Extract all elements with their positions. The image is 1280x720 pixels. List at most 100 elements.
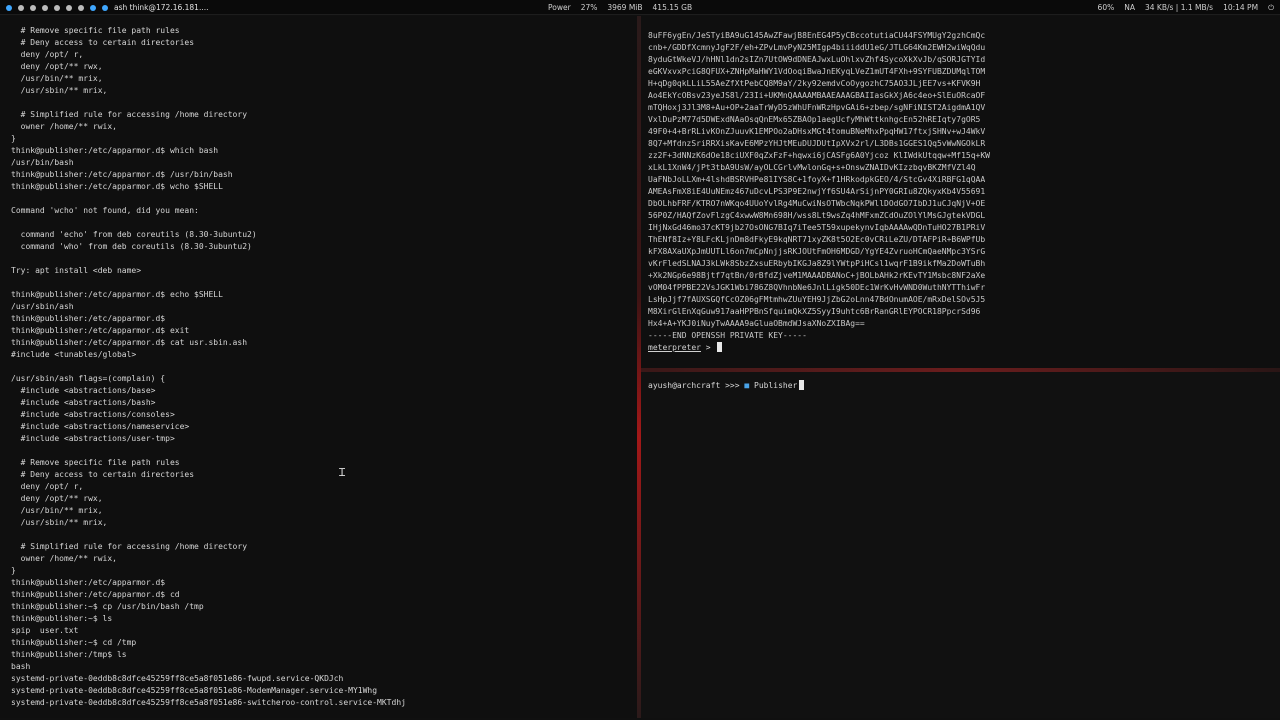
system-stats: Power 27% 3969 MiB 415.15 GB (548, 3, 692, 12)
terminal-line: vKrFledSLNAJ3kLWk8SbzZxsuERbybIKGJa8Z9lY… (648, 259, 986, 268)
ram-usage: 3969 MiB (607, 3, 643, 12)
terminal-line: 8uFF6ygEn/JeSTyiBA9uG145AwZFawjB8EnEG4P5… (648, 31, 986, 40)
terminal-line: /usr/sbin/ash flags=(complain) { (11, 374, 166, 383)
terminal-line: 49F0+4+BrRLivKOnZJuuvK1EMPOo2aDHsxMGt4to… (648, 127, 986, 136)
terminal-line: LsHpJjf7fAUXSGQfCcOZ06gFMtmhwZUuYEH9JjZb… (648, 295, 986, 304)
text-cursor (717, 342, 723, 352)
terminal-line: M8XirGlEnXqGuw917aaHPPBnSfquimQkXZ5SyyI9… (648, 307, 981, 316)
terminal-line: think@publisher:/etc/apparmor.d$ wcho $S… (11, 182, 223, 191)
terminal-line: #include <abstractions/user-tmp> (11, 434, 175, 443)
terminal-line: # Remove specific file path rules (11, 26, 180, 35)
top-status-bar: ash think@172.16.181.... Power 27% 3969 … (0, 0, 1280, 15)
folder-icon: ■ (744, 381, 750, 390)
terminal-output: # Remove specific file path rules # Deny… (0, 16, 637, 709)
mouse-ibeam-cursor-icon: Ɪ (339, 466, 346, 479)
active-window-title[interactable]: ash think@172.16.181.... (114, 3, 209, 12)
prompt-separator: >>> (720, 381, 745, 390)
prompt-user: ayush (648, 381, 673, 390)
workspace-dot-icon[interactable] (102, 4, 108, 11)
meterpreter-prompt-line[interactable]: meterpreter > (641, 342, 1280, 352)
terminal-line: #include <abstractions/nameservice> (11, 422, 190, 431)
right-bottom-terminal-pane[interactable]: ayush@archcraft >>> ■ Publisher (641, 372, 1280, 718)
cpu-usage: 27% (580, 3, 598, 12)
workspace-dot-icon[interactable] (30, 4, 36, 11)
terminal-line: Ao4EkYcOBsv23yeJS8l/23Ii+UKMnQAAAAMBAAEA… (648, 91, 986, 100)
terminal-line: 56P0Z/HAQfZovFlzgC4xwwW8Mn698H/wss8Lt9ws… (648, 211, 986, 220)
terminal-line: think@publisher:/etc/apparmor.d$ cd (11, 590, 180, 599)
prompt-suffix: > (700, 343, 716, 352)
terminal-line: zz2F+3dNNzK6dOe18ciUXF0qZxFzF+hqwxi6jCAS… (648, 151, 990, 160)
terminal-line: think@publisher:~$ cd /tmp (11, 638, 137, 647)
terminal-line: # Simplified rule for accessing /home di… (11, 110, 248, 119)
terminal-line: systemd-private-0eddb8c8dfce45259ff8ce5a… (11, 698, 406, 707)
terminal-line: kFX8AXaUXpJmUUTLl6on7mCpNnjjsRKJOUtFmOH6… (648, 247, 986, 256)
terminal-line: think@publisher:/etc/apparmor.d$ /usr/bi… (11, 170, 233, 179)
prompt-host: @archcraft (672, 381, 721, 390)
network-speed: 34 KB/s | 1.1 MB/s (1144, 3, 1214, 12)
terminal-line: VxlDuPzM77d5DWExdNAaOsqQnEMx65ZBAOp1aegU… (648, 115, 981, 124)
wifi-status[interactable]: NA (1124, 3, 1135, 13)
shell-prompt[interactable]: ayush@archcraft >>> ■ Publisher (641, 372, 1280, 390)
workspace-dot-icon[interactable] (54, 4, 60, 11)
volume-level[interactable]: 60% (1098, 3, 1115, 13)
terminal-line: think@publisher:/etc/apparmor.d$ cat usr… (11, 338, 248, 347)
terminal-line: think@publisher:~$ cp /usr/bin/bash /tmp (11, 602, 204, 611)
workspace-dot-icon[interactable] (6, 4, 12, 11)
workspace-dot-icon[interactable] (78, 4, 84, 11)
terminal-line: # Simplified rule for accessing /home di… (11, 542, 248, 551)
terminal-line: think@publisher:/etc/apparmor.d$ (11, 314, 166, 323)
terminal-line: #include <abstractions/base> (11, 386, 156, 395)
workspace-dot-icon[interactable] (90, 4, 96, 11)
left-terminal-pane[interactable]: # Remove specific file path rules # Deny… (0, 16, 637, 718)
terminal-line: think@publisher:~$ ls (11, 614, 113, 623)
power-icon[interactable]: ⏻ (1268, 3, 1274, 13)
terminal-line: /usr/bin/bash (11, 158, 74, 167)
terminal-line: #include <abstractions/consoles> (11, 410, 175, 419)
right-top-terminal-pane[interactable]: 8uFF6ygEn/JeSTyiBA9uG145AwZFawjB8EnEG4P5… (641, 16, 1280, 368)
workspace-dot-icon[interactable] (66, 4, 72, 11)
terminal-line: think@publisher:/etc/apparmor.d$ which b… (11, 146, 219, 155)
terminal-line: /usr/sbin/** mrix, (11, 518, 108, 527)
terminal-line: think@publisher:/etc/apparmor.d$ (11, 578, 166, 587)
terminal-line: xLkL1XnW4/jPt3tbA9UsW/ayOLCGrlvMwlonGq+s… (648, 163, 976, 172)
system-tray: 60% NA 34 KB/s | 1.1 MB/s 10:14 PM ⏻ (1098, 3, 1274, 13)
terminal-line: AMEAsFmX8iE4UuNEmz467uDcvLPS3P9E2nwjYf6S… (648, 187, 986, 196)
terminal-line: /usr/bin/** mrix, (11, 506, 103, 515)
prompt-directory: Publisher (754, 381, 798, 390)
terminal-line: #include <tunables/global> (11, 350, 137, 359)
terminal-line: IHjNxGd46mo37cKT9jb27OsONG7BIq7iTee5T59x… (648, 223, 986, 232)
terminal-line: Hx4+A+YKJ0iNuyTwAAAA9aGluaOBmdWJsaXNoZXI… (648, 319, 865, 328)
terminal-line: eGKVxvxPciG8QFUX+ZNHpMaHWY1VdOoqiBwaJnEK… (648, 67, 986, 76)
terminal-line: /usr/bin/** mrix, (11, 74, 103, 83)
terminal-line: command 'echo' from deb coreutils (8.30-… (11, 230, 257, 239)
disk-usage: 415.15 GB (652, 3, 693, 12)
terminal-line: Try: apt install <deb name> (11, 266, 142, 275)
terminal-line: +Xk2NGp6e98Bjtf7qtBn/0rBfdZjveM1MAAADBAN… (648, 271, 986, 280)
terminal-line: systemd-private-0eddb8c8dfce45259ff8ce5a… (11, 686, 378, 695)
workspace-dot-icon[interactable] (18, 4, 24, 11)
text-cursor (799, 380, 805, 390)
power-label[interactable]: Power (548, 3, 571, 12)
terminal-line: owner /home/** rwix, (11, 554, 117, 563)
terminal-line: UaFNbJoLLXm+4lshdBSRVHPe81IYS8C+1foyX+f1… (648, 175, 986, 184)
terminal-line: /usr/sbin/** mrix, (11, 86, 108, 95)
terminal-line: } (11, 134, 16, 143)
terminal-line: command 'who' from deb coreutils (8.30-3… (11, 242, 252, 251)
terminal-line: systemd-private-0eddb8c8dfce45259ff8ce5a… (11, 674, 344, 683)
terminal-line: # Remove specific file path rules (11, 458, 180, 467)
terminal-line: vOM04fPPBE22VsJGK1Wbi786Z8QVhnbNe6JnlLig… (648, 283, 986, 292)
terminal-line: DbOLhbFRF/KTRO7nWKqo4UUoYvlRg4MuCwiNsOTW… (648, 199, 986, 208)
clock: 10:14 PM (1223, 3, 1259, 12)
terminal-line: deny /opt/** rwx, (11, 494, 103, 503)
terminal-line: Command 'wcho' not found, did you mean: (11, 206, 199, 215)
terminal-line: think@publisher:/tmp$ ls (11, 650, 127, 659)
terminal-line: /usr/sbin/ash (11, 302, 74, 311)
workspace-dot-icon[interactable] (42, 4, 48, 11)
terminal-line: owner /home/** rwix, (11, 122, 117, 131)
